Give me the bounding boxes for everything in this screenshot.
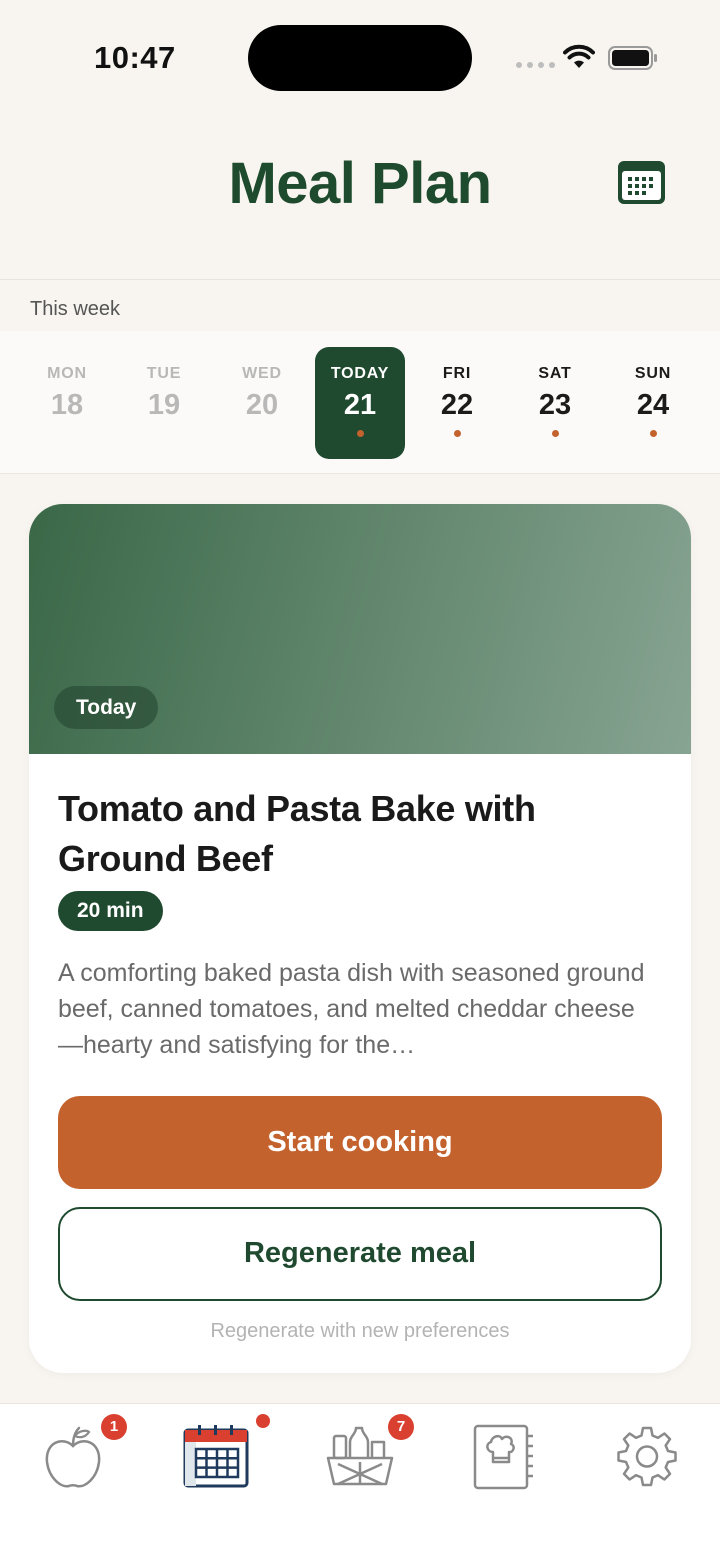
recipe-book-icon xyxy=(473,1424,533,1490)
day-mon[interactable]: MON 18 xyxy=(22,347,112,459)
cellular-signal-icon xyxy=(516,62,555,68)
meal-description: A comforting baked pasta dish with seaso… xyxy=(58,959,645,1059)
meal-plan-screen: 10:47 Meal Plan This week MON 18 TUE 19 … xyxy=(0,0,720,1565)
grocery-basket-icon xyxy=(326,1426,394,1486)
calendar-icon xyxy=(183,1425,249,1488)
battery-icon xyxy=(608,46,657,70)
day-number: 21 xyxy=(343,389,377,421)
apple-icon xyxy=(45,1426,101,1488)
meal-hero-image: Today xyxy=(29,504,691,754)
meal-plan-dot xyxy=(256,1414,270,1428)
tab-groceries[interactable]: 7 xyxy=(320,1414,414,1492)
day-number: 22 xyxy=(440,389,474,421)
tab-settings[interactable] xyxy=(607,1422,687,1492)
regenerate-hint: Regenerate with new preferences xyxy=(210,1320,510,1342)
day-name: TUE xyxy=(146,365,182,382)
day-sun[interactable]: SUN 24 xyxy=(608,347,698,459)
calendar-icon[interactable] xyxy=(618,161,665,204)
duration-badge: 20 min xyxy=(58,891,163,931)
day-name: TODAY xyxy=(330,365,390,382)
week-label: This week xyxy=(30,298,121,320)
day-name: MON xyxy=(47,365,87,382)
day-name: SAT xyxy=(538,365,572,382)
meal-card[interactable]: Today Tomato and Pasta Bake with Ground … xyxy=(29,504,691,1373)
meal-dot xyxy=(356,430,364,437)
tab-pantry[interactable]: 1 xyxy=(33,1414,127,1492)
meal-title: Tomato and Pasta Bake with Ground Beef xyxy=(58,788,536,879)
page-title: Meal Plan xyxy=(228,151,492,216)
meal-dot xyxy=(649,430,657,437)
day-fri[interactable]: FRI 22 xyxy=(412,347,502,459)
dynamic-island xyxy=(248,25,472,91)
pantry-badge: 1 xyxy=(101,1414,127,1440)
status-time: 10:47 xyxy=(94,40,176,75)
status-bar: 10:47 xyxy=(0,0,720,110)
tab-bar: 1 7 xyxy=(0,1403,720,1565)
day-number: 23 xyxy=(538,389,572,421)
start-cooking-button[interactable]: Start cooking xyxy=(58,1096,662,1189)
day-number: 20 xyxy=(245,389,279,421)
day-wed[interactable]: WED 20 xyxy=(217,347,307,459)
header: Meal Plan xyxy=(0,110,720,280)
day-name: FRI xyxy=(442,365,472,382)
day-number: 18 xyxy=(50,389,84,421)
day-name: SUN xyxy=(634,365,672,382)
day-today[interactable]: TODAY 21 xyxy=(315,347,405,459)
tab-meal-plan[interactable] xyxy=(176,1414,270,1492)
day-number: 19 xyxy=(147,389,181,421)
day-name: WED xyxy=(242,365,282,382)
meal-dot xyxy=(551,430,559,437)
regenerate-meal-button[interactable]: Regenerate meal xyxy=(58,1207,662,1301)
week-strip: MON 18 TUE 19 WED 20 TODAY 21 FRI 22 SAT… xyxy=(0,331,720,474)
day-sat[interactable]: SAT 23 xyxy=(510,347,600,459)
wifi-icon xyxy=(563,44,595,68)
tab-recipes[interactable] xyxy=(463,1422,543,1492)
meal-dot xyxy=(453,430,461,437)
day-tue[interactable]: TUE 19 xyxy=(119,347,209,459)
gear-icon xyxy=(617,1426,677,1487)
groceries-badge: 7 xyxy=(388,1414,414,1440)
day-number: 24 xyxy=(636,389,670,421)
today-chip: Today xyxy=(54,686,159,729)
